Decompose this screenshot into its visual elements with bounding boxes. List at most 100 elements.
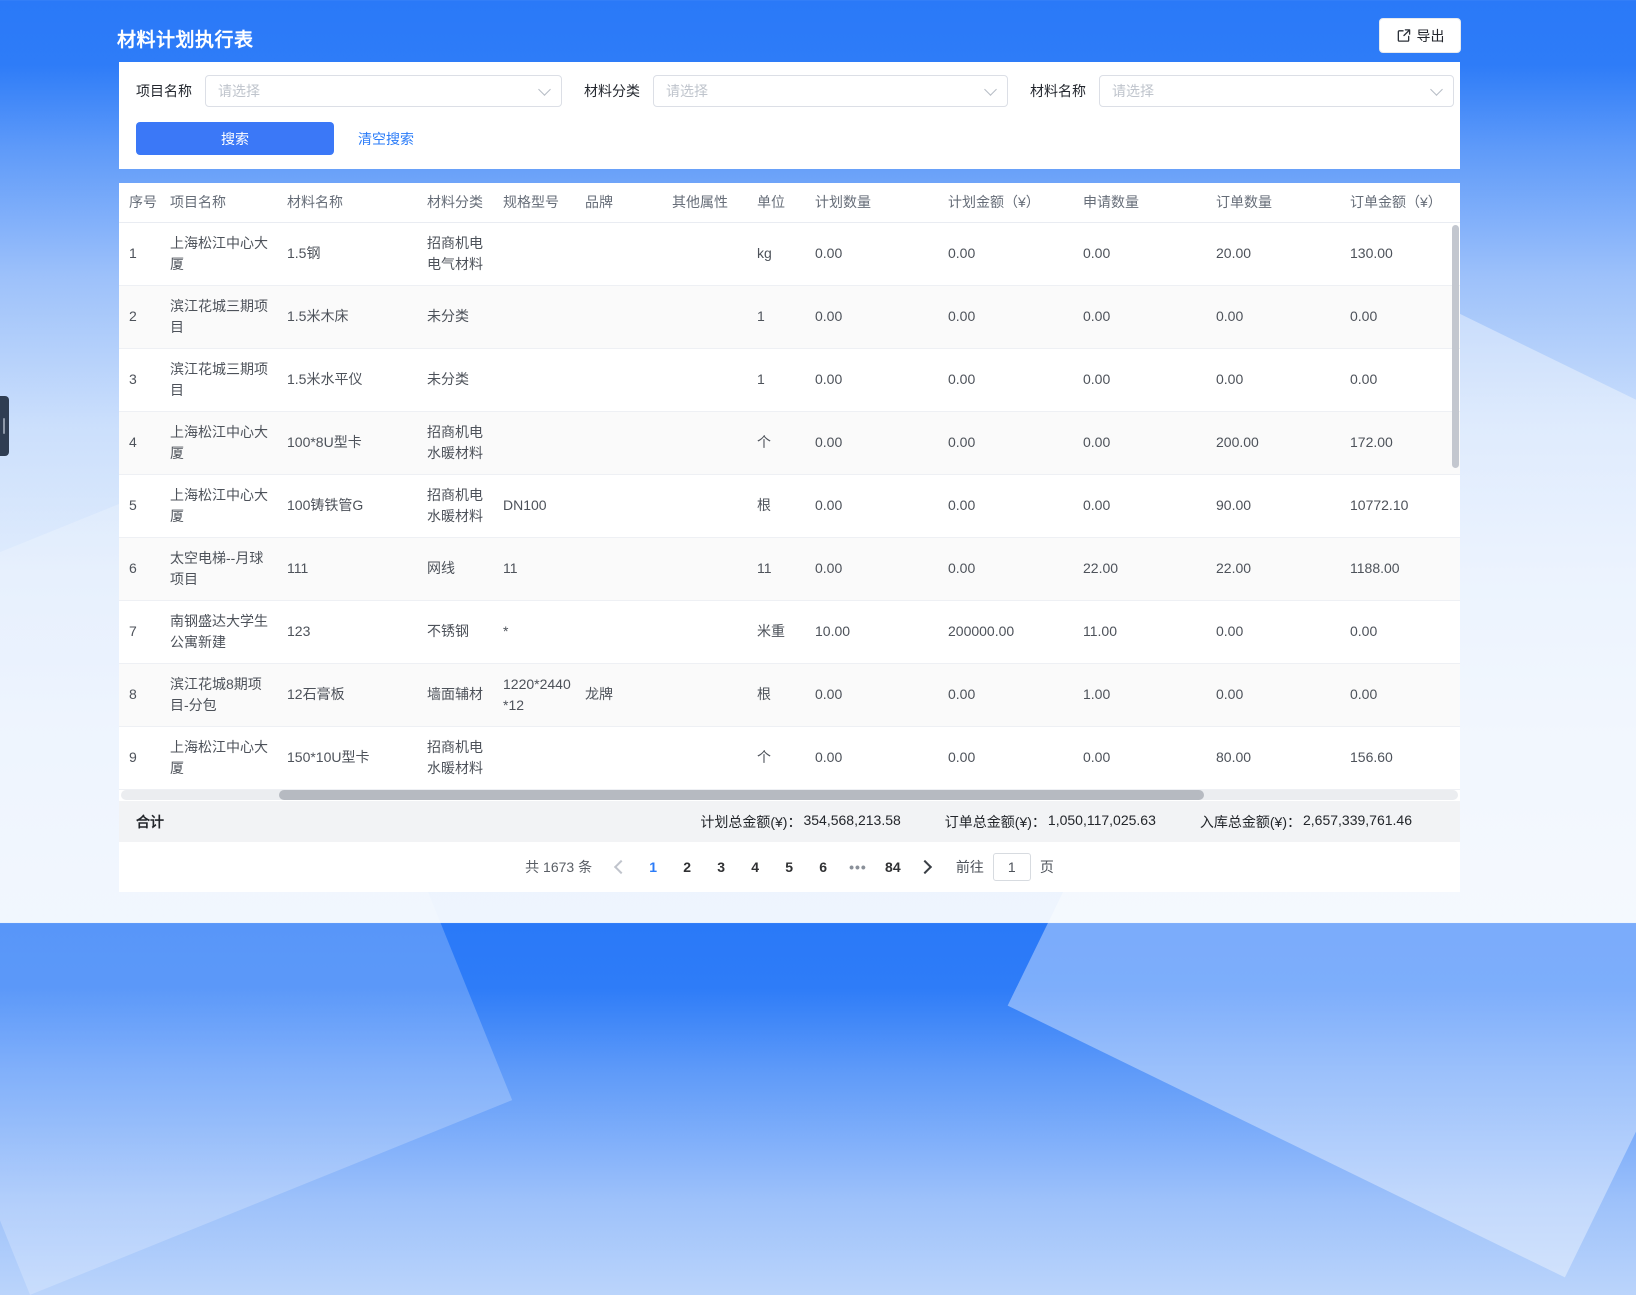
cell-index: 6	[119, 537, 170, 600]
cell-order-amount: 156.60	[1350, 726, 1460, 789]
cell-order-amount: 1188.00	[1350, 537, 1460, 600]
vertical-scrollbar-thumb[interactable]	[1452, 225, 1459, 468]
cell-spec-model	[503, 285, 585, 348]
page-button-1[interactable]: 1	[639, 853, 667, 881]
column-header-order-amount: 订单金额（¥）	[1350, 183, 1460, 222]
page-number-list: 123456•••84	[636, 853, 910, 881]
summary-item-value: 2,657,339,761.46	[1303, 812, 1412, 832]
goto-label: 前往	[956, 857, 984, 877]
cell-order-amount: 10772.10	[1350, 474, 1460, 537]
cell-unit: kg	[757, 222, 815, 285]
column-header-brand: 品牌	[585, 183, 672, 222]
clear-search-link[interactable]: 清空搜索	[358, 129, 414, 149]
table-row: 9上海松江中心大厦150*10U型卡招商机电水暖材料个0.000.000.008…	[119, 726, 1460, 789]
column-header-index: 序号	[119, 183, 170, 222]
select-material-name[interactable]: 请选择	[1099, 75, 1454, 107]
cell-project-name: 南钢盛达大学生公寓新建	[170, 600, 287, 663]
cell-order-qty: 0.00	[1216, 600, 1350, 663]
cell-requested-qty: 1.00	[1083, 663, 1216, 726]
cell-order-amount: 130.00	[1350, 222, 1460, 285]
page-button-84[interactable]: 84	[879, 853, 907, 881]
goto-unit-label: 页	[1040, 857, 1054, 877]
page-button-5[interactable]: 5	[775, 853, 803, 881]
cell-other-attrs	[672, 663, 757, 726]
cell-order-amount: 172.00	[1350, 411, 1460, 474]
cell-material-category: 不锈钢	[427, 600, 503, 663]
summary-item-label: 计划总金额(¥)：	[700, 812, 801, 832]
cell-order-qty: 0.00	[1216, 663, 1350, 726]
cell-index: 8	[119, 663, 170, 726]
cell-order-qty: 0.00	[1216, 348, 1350, 411]
summary-item-value: 1,050,117,025.63	[1048, 812, 1156, 832]
column-header-planned-amount: 计划金额（¥）	[948, 183, 1083, 222]
page-button-3[interactable]: 3	[707, 853, 735, 881]
summary-item-value: 354,568,213.58	[803, 812, 900, 832]
cell-material-name: 123	[287, 600, 427, 663]
table-row: 8滨江花城8期项目-分包12石膏板墙面辅材1220*2440*12龙牌根0.00…	[119, 663, 1460, 726]
cell-unit: 1	[757, 348, 815, 411]
filter-label-material-name: 材料名称	[1030, 81, 1086, 101]
chevron-left-icon	[614, 860, 628, 874]
column-header-project-name: 项目名称	[170, 183, 287, 222]
column-header-unit: 单位	[757, 183, 815, 222]
table-row: 7南钢盛达大学生公寓新建123不锈钢*米重10.00200000.0011.00…	[119, 600, 1460, 663]
summary-item-label: 入库总金额(¥)：	[1200, 812, 1301, 832]
export-button[interactable]: 导出	[1379, 18, 1461, 53]
cell-planned-qty: 0.00	[815, 285, 948, 348]
summary-item: 计划总金额(¥)：354,568,213.58	[700, 812, 900, 832]
cell-planned-amount: 0.00	[948, 285, 1083, 348]
cell-other-attrs	[672, 285, 757, 348]
cell-index: 5	[119, 474, 170, 537]
horizontal-scrollbar-track	[121, 790, 1458, 800]
cell-spec-model	[503, 348, 585, 411]
cell-project-name: 上海松江中心大厦	[170, 411, 287, 474]
cell-brand	[585, 411, 672, 474]
previous-page-button[interactable]	[608, 853, 634, 881]
cell-index: 2	[119, 285, 170, 348]
cell-order-qty: 20.00	[1216, 222, 1350, 285]
goto-page-input[interactable]	[993, 853, 1031, 881]
pagination-total-count: 共 1673 条	[525, 857, 592, 877]
more-pages-button[interactable]: •••	[843, 853, 873, 881]
cell-order-qty: 90.00	[1216, 474, 1350, 537]
horizontal-scrollbar-thumb[interactable]	[279, 790, 1204, 800]
table-row: 1上海松江中心大厦1.5钢招商机电电气材料kg0.000.000.0020.00…	[119, 222, 1460, 285]
cell-brand	[585, 285, 672, 348]
summary-item: 订单总金额(¥)：1,050,117,025.63	[945, 812, 1156, 832]
summary-total-label: 合计	[136, 812, 164, 832]
cell-unit: 个	[757, 411, 815, 474]
cell-planned-qty: 0.00	[815, 411, 948, 474]
select-project-name[interactable]: 请选择	[205, 75, 562, 107]
left-drawer-handle[interactable]	[0, 396, 9, 456]
page-button-4[interactable]: 4	[741, 853, 769, 881]
cell-index: 3	[119, 348, 170, 411]
export-label: 导出	[1417, 26, 1445, 46]
filter-row: 项目名称请选择材料分类请选择材料名称请选择	[136, 75, 1443, 107]
cell-material-name: 100*8U型卡	[287, 411, 427, 474]
filter-panel: 项目名称请选择材料分类请选择材料名称请选择 搜索 清空搜索	[119, 62, 1460, 169]
search-button[interactable]: 搜索	[136, 122, 334, 155]
cell-planned-qty: 10.00	[815, 600, 948, 663]
cell-planned-amount: 0.00	[948, 411, 1083, 474]
cell-index: 1	[119, 222, 170, 285]
filter-group-project-name: 项目名称请选择	[136, 75, 562, 107]
cell-material-category: 网线	[427, 537, 503, 600]
cell-material-name: 150*10U型卡	[287, 726, 427, 789]
cell-index: 4	[119, 411, 170, 474]
cell-unit: 根	[757, 663, 815, 726]
page-button-2[interactable]: 2	[673, 853, 701, 881]
cell-order-amount: 0.00	[1350, 600, 1460, 663]
table-row: 3滨江花城三期项目1.5米水平仪未分类10.000.000.000.000.00	[119, 348, 1460, 411]
page-button-6[interactable]: 6	[809, 853, 837, 881]
cell-requested-qty: 0.00	[1083, 411, 1216, 474]
cell-project-name: 滨江花城三期项目	[170, 348, 287, 411]
cell-brand: 龙牌	[585, 663, 672, 726]
cell-brand	[585, 222, 672, 285]
cell-spec-model	[503, 726, 585, 789]
cell-requested-qty: 0.00	[1083, 474, 1216, 537]
cell-material-name: 100铸铁管G	[287, 474, 427, 537]
cell-planned-amount: 200000.00	[948, 600, 1083, 663]
cell-planned-amount: 0.00	[948, 663, 1083, 726]
next-page-button[interactable]	[912, 853, 938, 881]
select-material-category[interactable]: 请选择	[653, 75, 1008, 107]
